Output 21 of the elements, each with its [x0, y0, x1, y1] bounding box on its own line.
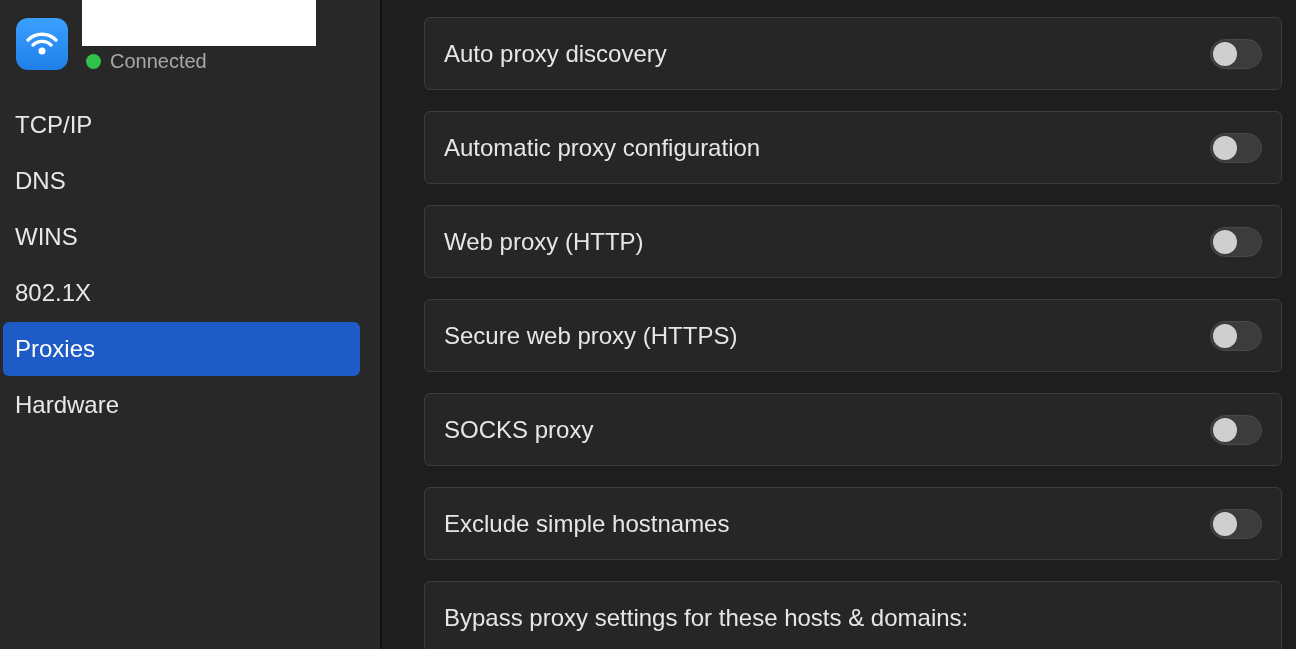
- wifi-icon: [16, 18, 68, 70]
- toggle-switch[interactable]: [1210, 38, 1262, 69]
- toggle-switch[interactable]: [1210, 226, 1262, 257]
- toggle-switch[interactable]: [1210, 414, 1262, 445]
- bypass-label: Bypass proxy settings for these hosts & domains:: [444, 604, 969, 632]
- connection-status: Connected: [110, 50, 207, 73]
- sidebar-item[interactable]: DNS: [3, 154, 360, 208]
- sidebar-item[interactable]: Hardware: [3, 378, 360, 432]
- toggle-switch[interactable]: [1210, 320, 1262, 351]
- setting-label: Auto proxy discovery: [444, 39, 667, 68]
- setting-label: SOCKS proxy: [444, 415, 594, 444]
- setting-label: Exclude simple hostnames: [444, 509, 730, 538]
- sidebar-item[interactable]: 802.1X: [3, 266, 360, 320]
- sidebar-item[interactable]: Proxies: [3, 322, 360, 376]
- sidebar-item[interactable]: TCP/IP: [3, 98, 360, 152]
- setting-label: Web proxy (HTTP): [444, 227, 644, 256]
- sidebar-item[interactable]: WINS: [3, 210, 360, 264]
- setting-label: Secure web proxy (HTTPS): [444, 321, 738, 350]
- toggle-switch[interactable]: [1210, 508, 1262, 539]
- toggle-switch[interactable]: [1210, 132, 1262, 163]
- setting-label: Automatic proxy configuration: [444, 133, 761, 162]
